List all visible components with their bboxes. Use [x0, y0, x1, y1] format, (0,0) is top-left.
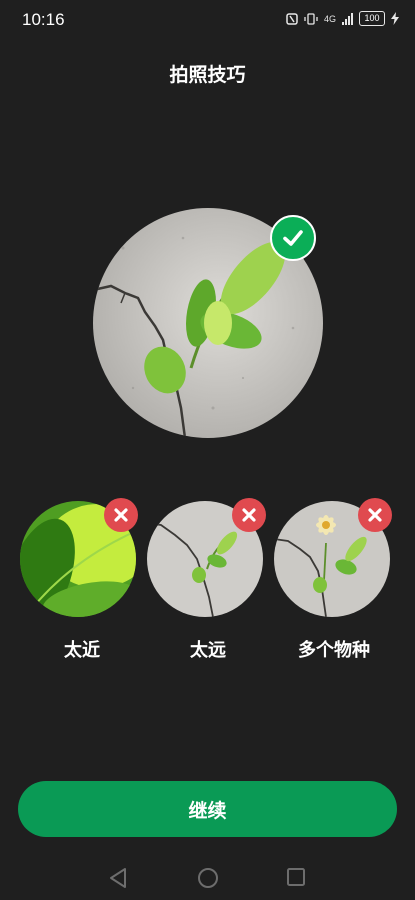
home-circle-icon[interactable] [197, 867, 219, 889]
good-example-badge [270, 215, 316, 261]
bad-example-too-far-label: 太远 [190, 640, 226, 661]
bad-example-multiple-species-badge [358, 498, 392, 532]
page-title: 拍照技巧 [169, 64, 246, 86]
close-icon [114, 508, 128, 522]
battery-level: 100 [364, 13, 380, 23]
status-icons: 4G 100 [286, 11, 399, 26]
network-type-label: 4G [323, 13, 336, 24]
status-time: 10:16 [22, 10, 65, 29]
status-bar: 10:16 4G 100 [0, 0, 415, 40]
battery-icon: 100 [359, 11, 385, 26]
back-triangle-icon[interactable] [108, 867, 128, 889]
recents-square-icon[interactable] [286, 867, 306, 887]
bad-example-multiple-species-label: 多个物种 [298, 640, 370, 661]
vibrate-icon [304, 12, 318, 25]
check-icon [283, 230, 303, 246]
charging-icon [391, 12, 399, 25]
continue-button[interactable]: 继续 [18, 781, 397, 837]
bad-example-too-close-badge [104, 498, 138, 532]
signal-icon [342, 12, 353, 25]
bad-example-too-close-label: 太近 [64, 640, 100, 661]
close-icon [242, 508, 256, 522]
bad-example-too-far-badge [232, 498, 266, 532]
close-icon [368, 508, 382, 522]
nfc-icon [286, 12, 298, 25]
system-navigation-bar [0, 855, 415, 900]
